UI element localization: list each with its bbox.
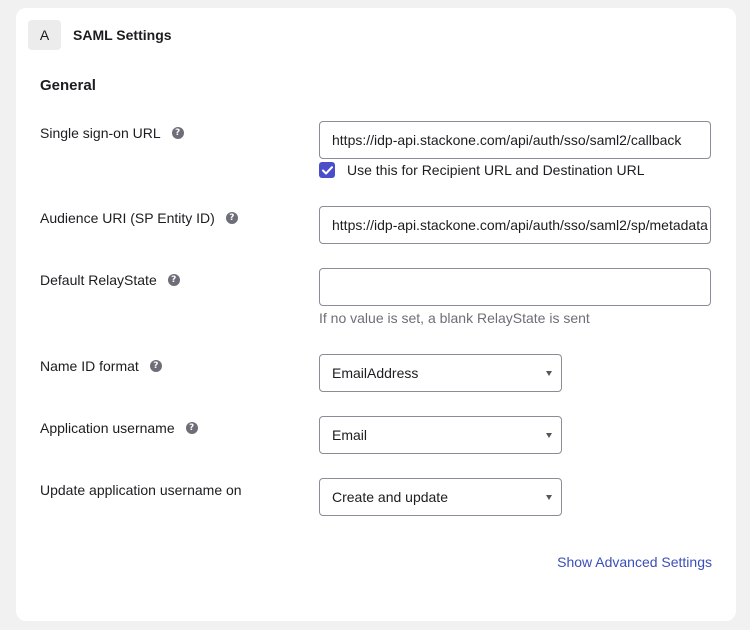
card-title: SAML Settings (73, 27, 172, 43)
update-username-select[interactable]: Create and update (319, 478, 562, 516)
help-icon[interactable]: ? (167, 274, 180, 286)
app-username-label: Application username (40, 420, 175, 436)
saml-settings-card: A SAML Settings General Single sign-on U… (16, 8, 736, 621)
app-username-select[interactable]: Email (319, 416, 562, 454)
step-badge: A (28, 20, 61, 50)
app-username-label-row: Application username ? (40, 420, 198, 436)
sso-url-input[interactable]: https://idp-api.stackone.com/api/auth/ss… (319, 121, 711, 159)
update-username-value: Create and update (332, 489, 448, 505)
help-icon[interactable]: ? (225, 212, 238, 224)
help-icon[interactable]: ? (171, 127, 184, 139)
name-id-format-value: EmailAddress (332, 365, 419, 381)
audience-uri-label: Audience URI (SP Entity ID) (40, 210, 215, 226)
help-icon[interactable]: ? (185, 422, 198, 434)
chevron-down-icon (546, 370, 552, 376)
sso-url-label: Single sign-on URL (40, 125, 161, 141)
app-username-value: Email (332, 427, 368, 443)
relay-state-hint: If no value is set, a blank RelayState i… (319, 310, 590, 326)
name-id-format-label: Name ID format (40, 358, 139, 374)
show-advanced-settings-link[interactable]: Show Advanced Settings (557, 554, 712, 570)
audience-uri-label-row: Audience URI (SP Entity ID) ? (40, 210, 238, 226)
name-id-format-select[interactable]: EmailAddress (319, 354, 562, 392)
chevron-down-icon (546, 494, 552, 500)
update-username-label: Update application username on (40, 482, 242, 498)
relay-state-label-row: Default RelayState ? (40, 272, 180, 288)
recipient-url-checkbox-label: Use this for Recipient URL and Destinati… (347, 162, 645, 178)
recipient-url-checkbox-row[interactable]: Use this for Recipient URL and Destinati… (319, 162, 645, 178)
name-id-format-label-row: Name ID format ? (40, 358, 162, 374)
update-username-label-row: Update application username on (40, 482, 242, 498)
section-title-general: General (40, 77, 96, 94)
card-header: A SAML Settings (28, 20, 172, 50)
sso-url-label-row: Single sign-on URL ? (40, 125, 184, 141)
help-icon[interactable]: ? (149, 360, 162, 372)
relay-state-label: Default RelayState (40, 272, 157, 288)
relay-state-input[interactable] (319, 268, 711, 306)
checkmark-icon (321, 165, 333, 174)
recipient-url-checkbox[interactable] (319, 162, 335, 178)
audience-uri-input[interactable]: https://idp-api.stackone.com/api/auth/ss… (319, 206, 711, 244)
chevron-down-icon (546, 432, 552, 438)
